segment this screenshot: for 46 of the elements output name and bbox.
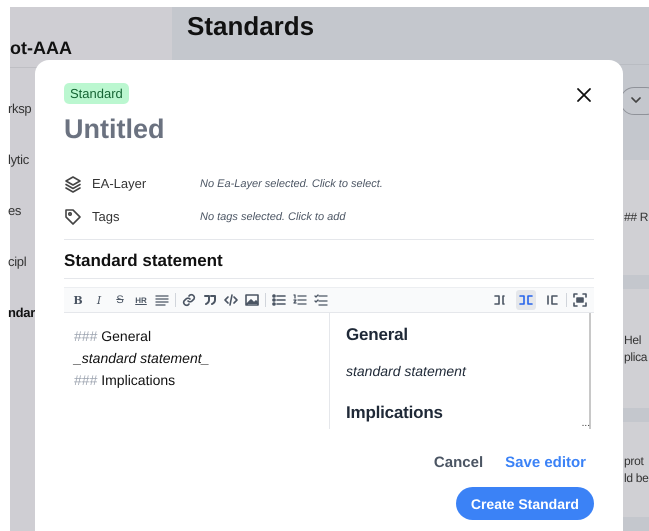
image-icon[interactable] <box>244 292 260 308</box>
create-button[interactable]: Create Standard <box>456 487 594 520</box>
chevron-down-icon <box>630 96 642 104</box>
strike-button[interactable]: S <box>112 290 128 310</box>
tag-icon <box>64 208 82 226</box>
sidebar-item[interactable]: es <box>8 185 22 236</box>
split-view-icon <box>518 292 534 308</box>
hr-button[interactable]: HR <box>133 290 149 310</box>
card-text: prot <box>624 452 645 470</box>
sidebar-item[interactable]: rksp <box>8 83 32 134</box>
field-value[interactable]: No tags selected. Click to add <box>200 210 346 222</box>
layers-icon <box>64 174 82 192</box>
fullscreen-icon[interactable] <box>572 292 588 308</box>
dialog-title: Untitled <box>64 114 166 145</box>
card-text: plica <box>624 348 648 366</box>
type-badge: Standard <box>64 83 129 104</box>
code-icon[interactable] <box>223 292 239 308</box>
field-value[interactable]: No Ea-Layer selected. Click to select. <box>200 178 383 190</box>
save-editor-button[interactable]: Save editor <box>505 454 586 471</box>
preview-text: standard statement <box>346 363 468 379</box>
section-title: Standard statement <box>64 240 594 279</box>
page-title: Standards <box>187 11 314 42</box>
markdown-line: ### Implications <box>74 371 176 390</box>
preview-heading: Implications <box>346 403 444 423</box>
preview-heading: General <box>346 325 409 345</box>
field-label: Tags <box>92 209 120 224</box>
sidebar-item[interactable]: ndar <box>8 287 35 338</box>
card-text: ld be <box>624 470 649 486</box>
quote-icon[interactable] <box>202 292 218 308</box>
view-mode-button[interactable] <box>516 290 536 310</box>
bold-button[interactable]: B <box>70 290 86 310</box>
sidebar-item[interactable]: lytic <box>8 134 29 185</box>
bullet-list-icon[interactable] <box>271 292 287 308</box>
checklist-icon[interactable] <box>313 292 329 308</box>
markdown-line: _standard statement_ <box>74 349 210 368</box>
cancel-button[interactable]: Cancel <box>434 454 484 471</box>
card-text: ## R <box>624 209 649 226</box>
italic-button[interactable]: I <box>91 290 107 310</box>
resize-handle[interactable]: ... <box>582 419 590 429</box>
link-icon[interactable] <box>181 292 197 308</box>
close-icon <box>576 87 592 103</box>
card-text: Hel <box>624 332 642 349</box>
close-button[interactable] <box>576 87 592 103</box>
markdown-line: ### General <box>74 327 152 346</box>
field-label: EA-Layer <box>92 176 148 191</box>
sidebar-item[interactable]: cipl <box>8 236 26 287</box>
